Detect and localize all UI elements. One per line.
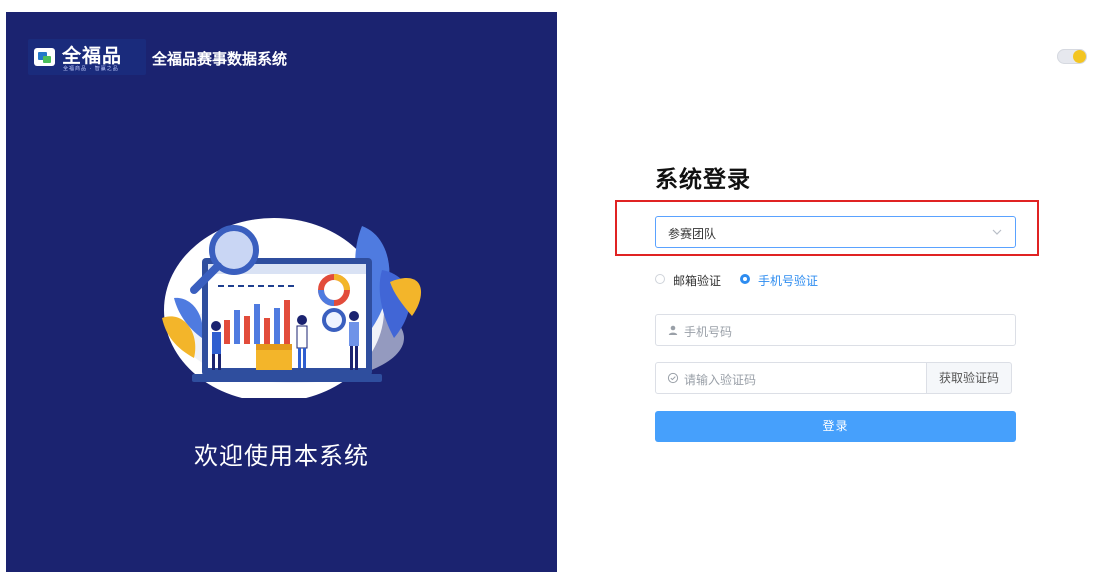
email-verify-radio[interactable] (655, 274, 665, 284)
phone-verify-label[interactable]: 手机号验证 (758, 272, 818, 289)
email-verify-label[interactable]: 邮箱验证 (673, 272, 721, 289)
brand-logo: 全福品 全福商品 · 智赢之品 (28, 39, 146, 75)
get-code-button[interactable]: 获取验证码 (926, 362, 1012, 394)
left-brand-panel: 全福品 全福商品 · 智赢之品 全福品赛事数据系统 欢迎使用本系统 (6, 12, 557, 572)
role-select-value: 参赛团队 (668, 227, 717, 241)
logo-mark-icon (34, 48, 55, 66)
role-select[interactable]: 参赛团队 (655, 216, 1016, 248)
welcome-text: 欢迎使用本系统 (194, 442, 369, 470)
dashboard-illustration (162, 218, 422, 398)
phone-verify-radio[interactable] (740, 274, 750, 284)
logo-subtext: 全福商品 · 智赢之品 (63, 66, 119, 72)
check-circle-icon (667, 372, 679, 384)
login-title: 系统登录 (655, 167, 751, 193)
code-field[interactable]: 请输入验证码 (655, 362, 927, 394)
chevron-down-icon (992, 229, 1002, 235)
system-name: 全福品赛事数据系统 (152, 50, 288, 68)
top-blank-bar (0, 0, 1100, 12)
phone-placeholder: 手机号码 (684, 325, 733, 339)
code-placeholder: 请输入验证码 (684, 373, 757, 387)
toggle-knob (1073, 50, 1086, 63)
theme-toggle[interactable] (1057, 49, 1087, 64)
phone-field[interactable]: 手机号码 (655, 314, 1016, 346)
user-icon (668, 325, 678, 335)
logo-text: 全福品 (62, 45, 123, 67)
login-button[interactable]: 登录 (655, 411, 1016, 442)
